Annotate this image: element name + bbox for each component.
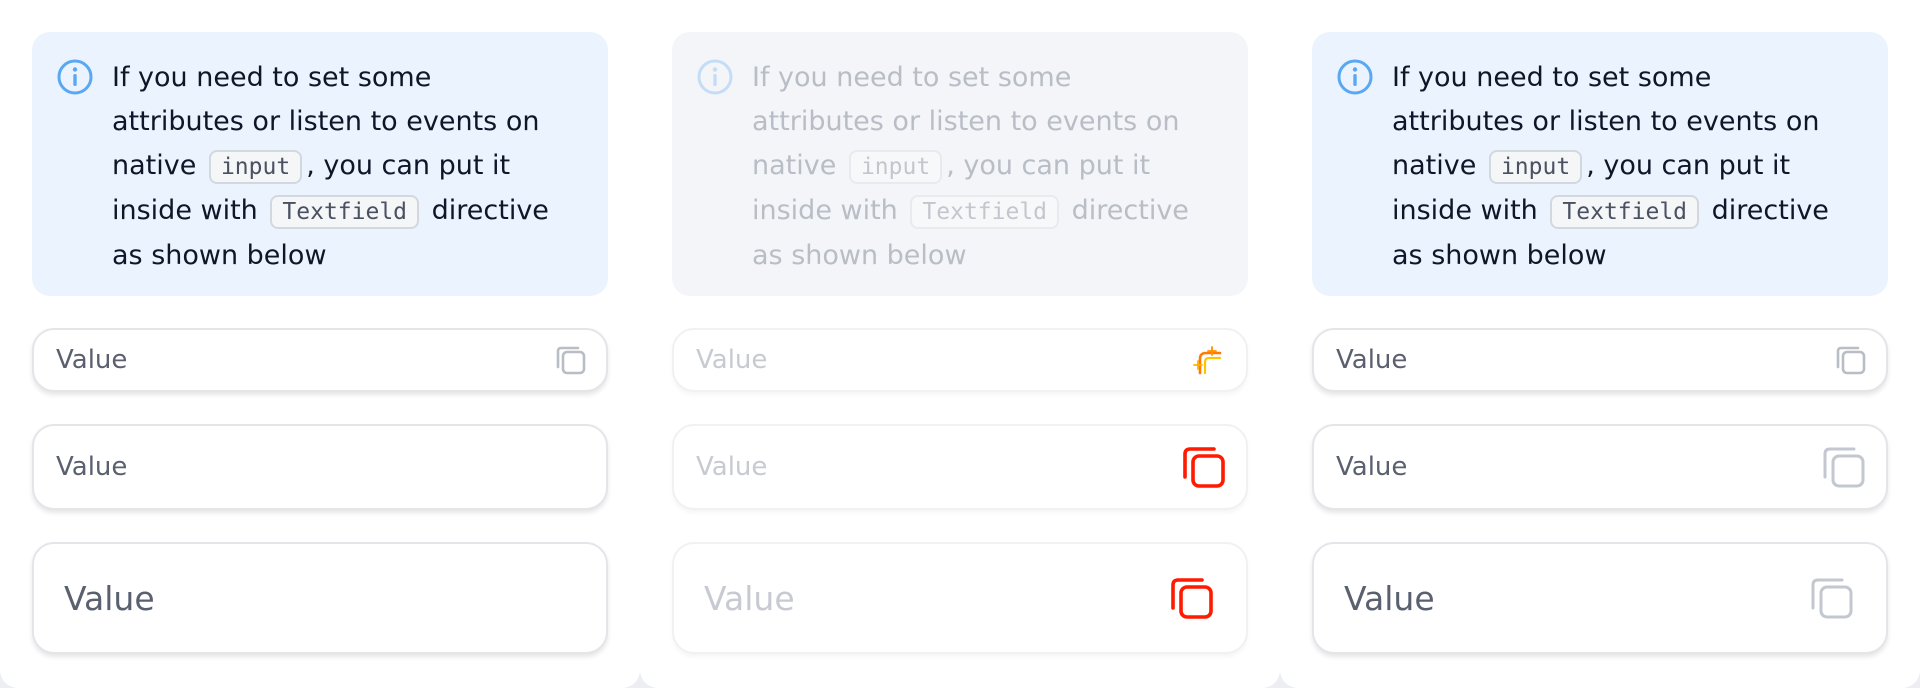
textfield-medium[interactable]: Value: [1312, 424, 1888, 510]
info-callout: If you need to set some attributes or li…: [672, 32, 1248, 296]
copy-icon[interactable]: [1168, 574, 1216, 622]
textfield-value: Value: [1344, 578, 1435, 618]
code-textfield: Textfield: [270, 195, 420, 229]
textfield-value: Value: [56, 345, 128, 375]
stage: If you need to set some attributes or li…: [0, 0, 1920, 688]
copy-icon[interactable]: [1808, 574, 1856, 622]
textfield-value: Value: [704, 578, 795, 618]
textfield-panel-with-copy: If you need to set some attributes or li…: [1280, 0, 1920, 688]
textfield-value: Value: [696, 345, 768, 375]
textfield-panel-disabled: If you need to set some attributes or li…: [640, 0, 1280, 688]
textfield-value: Value: [56, 452, 128, 482]
textfield-small[interactable]: Value: [32, 328, 608, 392]
code-input: input: [1488, 150, 1583, 184]
copy-icon[interactable]: [1180, 443, 1228, 491]
info-callout: If you need to set some attributes or li…: [32, 32, 608, 296]
copy-icon[interactable]: [554, 343, 588, 377]
code-textfield: Textfield: [910, 195, 1060, 229]
info-icon: [57, 59, 93, 95]
textfield-large[interactable]: Value: [672, 542, 1248, 654]
textfield-large[interactable]: Value: [1312, 542, 1888, 654]
textfield-medium[interactable]: Value: [32, 424, 608, 510]
info-icon: [1337, 59, 1373, 95]
info-callout: If you need to set some attributes or li…: [1312, 32, 1888, 296]
copy-icon[interactable]: [1834, 343, 1868, 377]
textfield-small[interactable]: Value: [672, 328, 1248, 392]
code-input: input: [848, 150, 943, 184]
textfield-value: Value: [696, 452, 768, 482]
textfield-value: Value: [64, 578, 155, 618]
code-textfield: Textfield: [1550, 195, 1700, 229]
copy-icon[interactable]: [1820, 443, 1868, 491]
textfield-large[interactable]: Value: [32, 542, 608, 654]
code-input: input: [208, 150, 303, 184]
textfield-value: Value: [1336, 345, 1408, 375]
textfield-panel-default: If you need to set some attributes or li…: [0, 0, 640, 688]
textfield-small[interactable]: Value: [1312, 328, 1888, 392]
textfield-value: Value: [1336, 452, 1408, 482]
textfield-medium[interactable]: Value: [672, 424, 1248, 510]
info-icon: [697, 59, 733, 95]
spark-icon: [1193, 346, 1222, 375]
